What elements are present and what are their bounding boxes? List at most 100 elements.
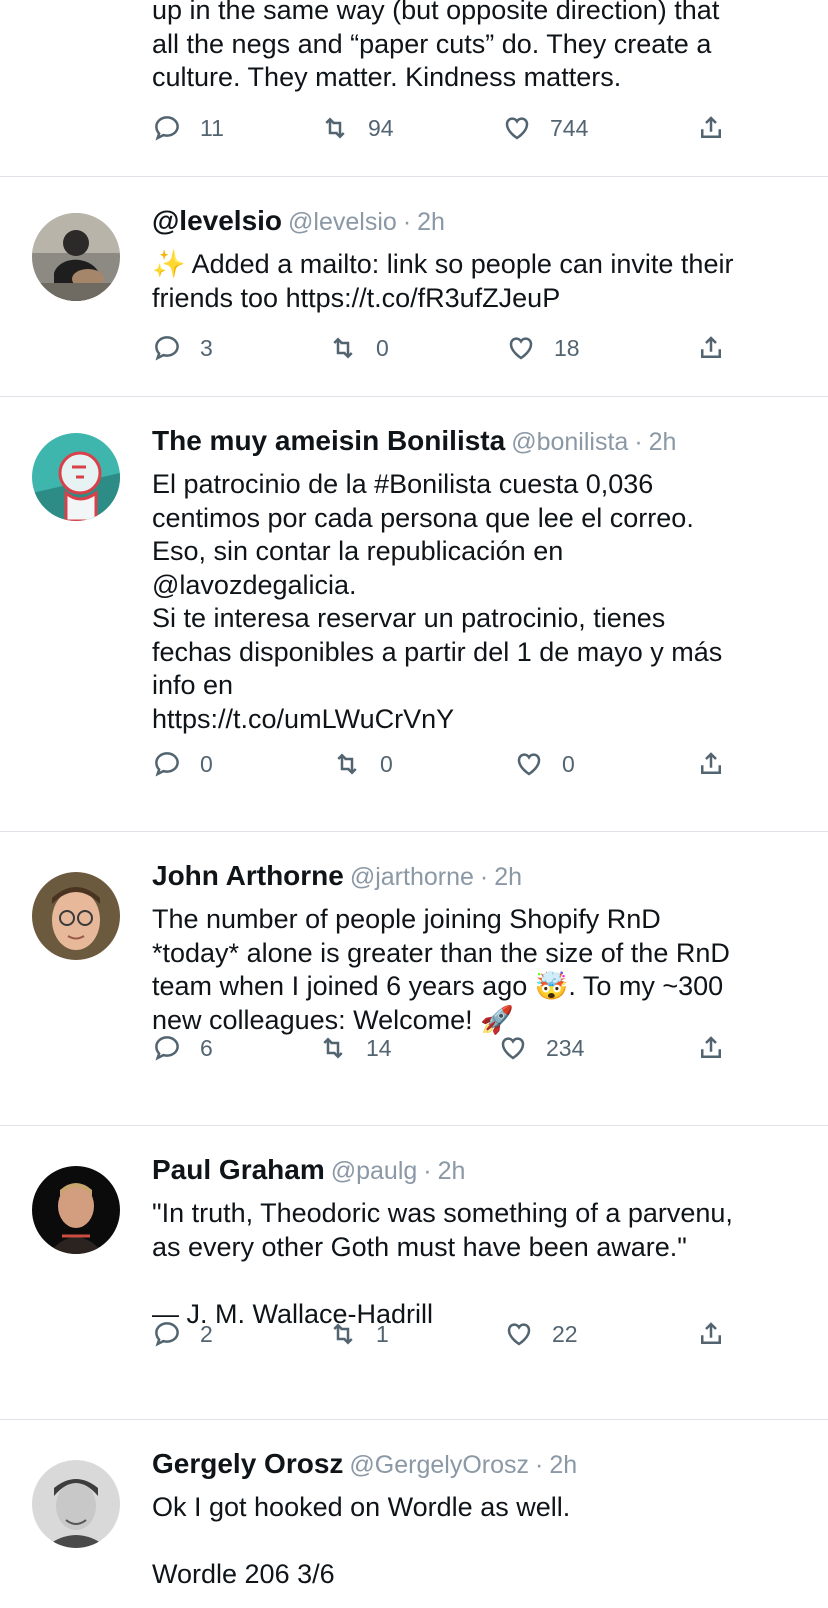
avatar[interactable] bbox=[32, 1166, 120, 1254]
reply-icon bbox=[155, 336, 179, 361]
retweet-button[interactable]: 0 bbox=[332, 744, 393, 784]
heart-icon bbox=[505, 117, 529, 140]
tweet[interactable]: Gergely Orosz @GergelyOrosz · 2h Ok I got h… bbox=[0, 1420, 828, 1608]
tweet[interactable]: John Arthorne @jarthorne · 2h The number of… bbox=[0, 832, 828, 1125]
tweet-header: John Arthorne @jarthorne · 2h bbox=[152, 860, 804, 900]
avatar[interactable] bbox=[32, 433, 120, 521]
tweet-text: Ok I got hooked on Wordle as well. Wordl… bbox=[152, 1492, 571, 1589]
reply-icon bbox=[155, 116, 179, 141]
timestamp[interactable]: 2h bbox=[549, 1451, 577, 1479]
handle[interactable]: @levelsio bbox=[288, 208, 397, 236]
retweet-count: 14 bbox=[366, 1034, 392, 1061]
retweet-icon bbox=[337, 753, 357, 775]
reply-count: 3 bbox=[200, 334, 213, 361]
handle[interactable]: @paulg bbox=[331, 1157, 418, 1185]
heart-icon bbox=[509, 337, 533, 360]
tweet[interactable]: Paul Graham @paulg · 2h "In truth, Theodori… bbox=[0, 1126, 828, 1419]
retweet-button[interactable]: 94 bbox=[320, 108, 394, 148]
display-name[interactable]: John Arthorne bbox=[152, 860, 344, 891]
reply-icon bbox=[155, 1036, 179, 1061]
share-button[interactable] bbox=[696, 108, 726, 148]
retweet-icon bbox=[323, 1037, 343, 1059]
retweet-button[interactable]: 0 bbox=[328, 328, 389, 368]
display-name[interactable]: Paul Graham bbox=[152, 1154, 325, 1185]
tweet-actions: 0 0 0 bbox=[152, 744, 752, 784]
reply-icon bbox=[155, 752, 179, 777]
like-button[interactable]: 0 bbox=[514, 744, 575, 784]
timestamp[interactable]: 2h bbox=[417, 208, 445, 236]
avatar[interactable] bbox=[32, 1460, 120, 1548]
tweet-header: Gergely Orosz @GergelyOrosz · 2h bbox=[152, 1448, 804, 1488]
like-button[interactable]: 18 bbox=[506, 328, 580, 368]
timestamp[interactable]: 2h bbox=[649, 428, 677, 456]
avatar-image bbox=[32, 213, 120, 301]
tweet-header: The muy ameisin Bonilista @bonilista · 2h bbox=[152, 425, 804, 465]
tweet-text: The number of people joining Shopify RnD… bbox=[152, 904, 730, 1035]
retweet-icon bbox=[325, 117, 345, 139]
avatar-image bbox=[32, 1166, 120, 1254]
like-button[interactable]: 234 bbox=[498, 1028, 584, 1068]
avatar-image bbox=[32, 433, 120, 521]
handle[interactable]: @bonilista bbox=[511, 428, 628, 456]
share-button[interactable] bbox=[696, 1028, 726, 1068]
display-name[interactable]: @levelsio bbox=[152, 205, 282, 236]
like-count: 0 bbox=[562, 750, 575, 777]
heart-icon bbox=[501, 1037, 525, 1060]
avatar-image bbox=[32, 1460, 120, 1548]
share-icon bbox=[701, 752, 721, 774]
handle[interactable]: @GergelyOrosz bbox=[349, 1451, 529, 1479]
heart-icon bbox=[507, 1323, 531, 1346]
tweet[interactable]: The muy ameisin Bonilista @bonilista · 2h E… bbox=[0, 397, 828, 831]
like-button[interactable]: 744 bbox=[502, 108, 588, 148]
reply-count: 11 bbox=[200, 114, 224, 141]
retweet-count: 0 bbox=[376, 334, 389, 361]
separator-dot: · bbox=[634, 428, 643, 456]
reply-count: 2 bbox=[200, 1320, 213, 1347]
reply-count: 0 bbox=[200, 750, 213, 777]
tweet-actions: 2 1 22 bbox=[152, 1314, 752, 1354]
retweet-button[interactable]: 1 bbox=[328, 1314, 389, 1354]
like-count: 18 bbox=[554, 334, 580, 361]
tweet-text: El patrocinio de la #Bonilista cuesta 0,… bbox=[152, 469, 723, 734]
like-count: 744 bbox=[550, 114, 589, 141]
like-count: 234 bbox=[546, 1034, 585, 1061]
retweet-icon bbox=[333, 1323, 353, 1345]
reply-button[interactable]: 2 bbox=[152, 1314, 213, 1354]
display-name[interactable]: Gergely Orosz bbox=[152, 1448, 343, 1479]
separator-dot: · bbox=[479, 863, 489, 891]
like-button[interactable]: 22 bbox=[504, 1314, 578, 1354]
retweet-button[interactable]: 14 bbox=[318, 1028, 392, 1068]
share-button[interactable] bbox=[696, 328, 726, 368]
display-name[interactable]: The muy ameisin Bonilista bbox=[152, 425, 505, 456]
tweet-header: Paul Graham @paulg · 2h bbox=[152, 1154, 804, 1194]
share-button[interactable] bbox=[696, 1314, 726, 1354]
avatar-image bbox=[32, 872, 120, 960]
share-icon bbox=[701, 116, 721, 138]
tweet-text: ✨ Added a mailto: link so people can inv… bbox=[152, 249, 734, 313]
retweet-count: 94 bbox=[368, 114, 394, 141]
handle[interactable]: @jarthorne bbox=[350, 863, 474, 891]
retweet-icon bbox=[333, 337, 353, 359]
share-icon bbox=[701, 1036, 721, 1058]
share-icon bbox=[701, 1322, 721, 1344]
tweet-header: @levelsio @levelsio · 2h bbox=[152, 205, 804, 245]
reply-button[interactable]: 3 bbox=[152, 328, 213, 368]
heart-icon bbox=[517, 753, 541, 776]
retweet-count: 0 bbox=[380, 750, 393, 777]
tweet[interactable]: @levelsio @levelsio · 2h ✨ Added a mailto: … bbox=[0, 177, 828, 396]
retweet-count: 1 bbox=[376, 1320, 389, 1347]
separator-dot: · bbox=[535, 1451, 544, 1479]
reply-button[interactable]: 11 bbox=[152, 108, 224, 148]
reply-button[interactable]: 0 bbox=[152, 744, 213, 784]
reply-button[interactable]: 6 bbox=[152, 1028, 213, 1068]
avatar[interactable] bbox=[32, 213, 120, 301]
timestamp[interactable]: 2h bbox=[438, 1157, 466, 1185]
share-button[interactable] bbox=[696, 744, 726, 784]
tweet-actions: 6 14 234 bbox=[152, 1028, 752, 1068]
separator-dot: · bbox=[402, 208, 412, 236]
avatar[interactable] bbox=[32, 872, 120, 960]
separator-dot: · bbox=[423, 1157, 432, 1185]
timestamp[interactable]: 2h bbox=[494, 863, 522, 891]
tweet[interactable]: up in the same way (but opposite directi… bbox=[0, 0, 828, 178]
tweet-actions: 11 94 744 bbox=[152, 108, 752, 148]
